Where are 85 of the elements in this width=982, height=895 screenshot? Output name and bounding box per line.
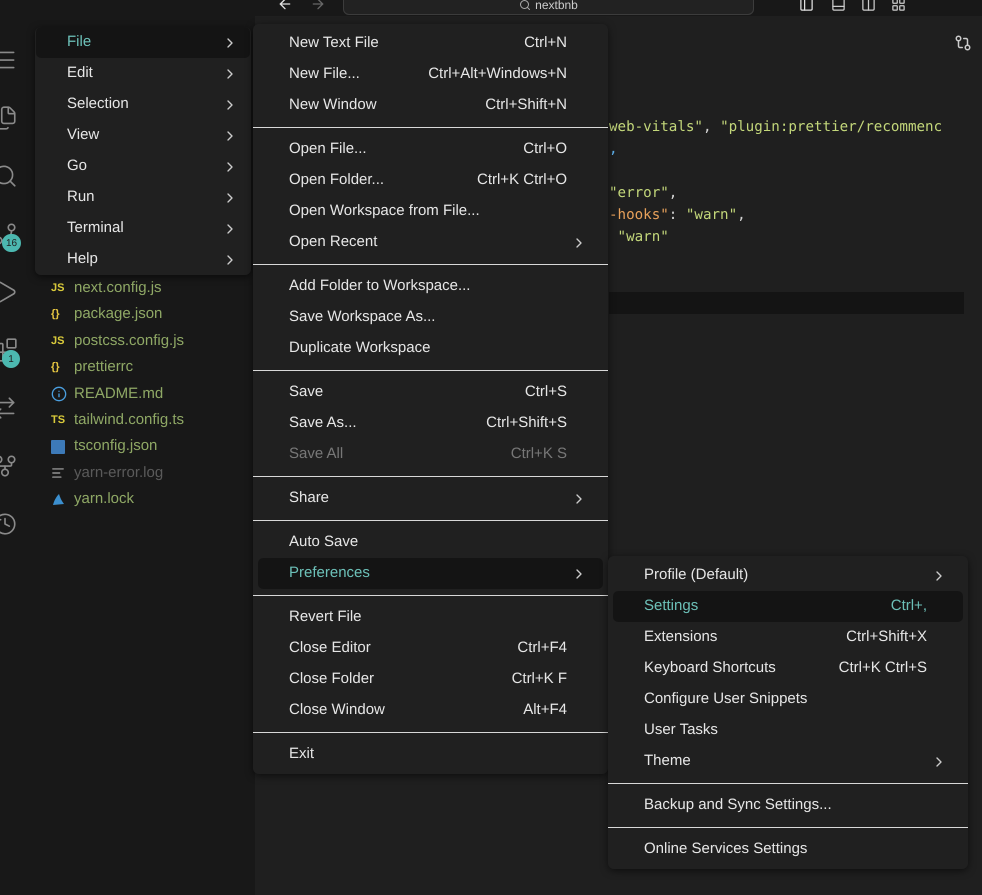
menu-item[interactable]: New Text File Ctrl+N xyxy=(258,28,603,59)
shortcut-label: Ctrl+Shift+N xyxy=(485,95,567,116)
menu-item[interactable]: Run xyxy=(36,182,250,213)
file-row[interactable]: TS tailwind.config.ts xyxy=(35,406,255,434)
shortcut-label: Ctrl+K Ctrl+S xyxy=(838,658,927,678)
columns-layout-icon[interactable] xyxy=(861,0,876,12)
menu-item[interactable]: Open Folder... Ctrl+K Ctrl+O xyxy=(258,165,603,196)
menu-item[interactable]: Configure User Snippets xyxy=(613,684,963,715)
menu-item[interactable]: Share xyxy=(258,483,603,514)
menu-item[interactable]: Save As... Ctrl+Shift+S xyxy=(258,408,603,439)
shortcut-label: Ctrl+, xyxy=(890,596,927,616)
search-field[interactable]: nextbnb xyxy=(343,0,754,15)
menu-item[interactable]: File xyxy=(36,27,250,58)
compare-icon[interactable] xyxy=(954,34,972,52)
file-row[interactable]: yarn.lock xyxy=(35,486,255,513)
menu-item[interactable]: Online Services Settings xyxy=(613,834,963,865)
lines-icon xyxy=(51,466,65,480)
file-row[interactable]: {} prettierrc xyxy=(35,354,255,381)
menu-item[interactable]: Preferences xyxy=(258,558,603,589)
file-row[interactable]: tsconfig.json xyxy=(35,433,255,460)
menu-item[interactable]: Revert File xyxy=(258,602,603,633)
shortcut-label: Alt+F4 xyxy=(523,700,567,720)
file-row[interactable]: JS postcss.config.js xyxy=(35,328,255,354)
code-line: , xyxy=(609,140,619,159)
file-type-icon: {} xyxy=(51,359,71,376)
shortcut-label: Ctrl+Shift+S xyxy=(486,413,567,434)
menu-item[interactable]: Keyboard Shortcuts Ctrl+K Ctrl+S xyxy=(613,653,963,684)
file-type-icon: JS xyxy=(51,280,71,296)
menu-item[interactable]: New Window Ctrl+Shift+N xyxy=(258,90,603,121)
file-type-icon: TS xyxy=(51,412,71,428)
file-row[interactable]: {} package.json xyxy=(35,301,255,328)
menu-item[interactable]: Selection xyxy=(36,89,250,120)
menu-item[interactable]: Open Workspace from File... xyxy=(258,196,603,227)
menu-item[interactable]: New File... Ctrl+Alt+Windows+N xyxy=(258,59,603,90)
config-file-icon xyxy=(51,440,65,454)
menu-item[interactable]: Open File... Ctrl+O xyxy=(258,134,603,165)
grid-layout-icon[interactable] xyxy=(891,0,906,12)
menu-item[interactable]: Settings Ctrl+, xyxy=(613,591,963,622)
menu-item[interactable]: Close Folder Ctrl+K F xyxy=(258,664,603,695)
shortcut-label: Ctrl+K S xyxy=(510,444,567,464)
menu-item[interactable]: Close Window Alt+F4 xyxy=(258,695,603,726)
menu-item[interactable]: Close Editor Ctrl+F4 xyxy=(258,633,603,664)
shortcut-label: Ctrl+F4 xyxy=(517,638,567,658)
file-type-icon: {} xyxy=(51,306,71,323)
count-badge: 16 xyxy=(2,234,22,252)
panel-layout-icon[interactable] xyxy=(831,0,846,12)
code-line: "warn" xyxy=(616,228,670,247)
menu-item[interactable]: Open Recent xyxy=(258,227,603,258)
menu-item[interactable]: Terminal xyxy=(36,213,250,244)
menu-item[interactable]: Edit xyxy=(36,58,250,89)
count-badge: 1 xyxy=(2,350,20,368)
shortcut-label: Ctrl+S xyxy=(524,382,567,402)
menu-item[interactable]: Theme xyxy=(613,746,963,777)
file-type-icon: JS xyxy=(51,332,71,350)
code-line: -hooks": "warn", xyxy=(609,206,747,225)
shortcut-label: Ctrl+Alt+Windows+N xyxy=(428,64,567,84)
sidebar-layout-icon[interactable] xyxy=(799,0,814,12)
menu-item[interactable]: Profile (Default) xyxy=(613,560,963,591)
menu-item[interactable]: Extensions Ctrl+Shift+X xyxy=(613,622,963,653)
menu-item[interactable]: Help xyxy=(36,244,250,275)
menu-item[interactable]: User Tasks xyxy=(613,715,963,746)
shortcut-label: Ctrl+K Ctrl+O xyxy=(476,170,567,190)
shortcut-label: Ctrl+N xyxy=(524,33,567,54)
back-icon[interactable] xyxy=(277,0,293,12)
forward-icon[interactable] xyxy=(310,0,326,12)
code-line: "error", xyxy=(609,184,678,203)
menu-item[interactable]: Auto Save xyxy=(258,527,603,558)
menu-item[interactable]: Save Workspace As... xyxy=(258,302,603,333)
menu-item[interactable]: Exit xyxy=(258,739,603,770)
yarn-icon xyxy=(51,492,65,506)
shortcut-label: Ctrl+Shift+X xyxy=(846,627,927,648)
menu-item[interactable]: View xyxy=(36,120,250,151)
search-text: nextbnb xyxy=(535,0,578,10)
menu-item[interactable]: Duplicate Workspace xyxy=(258,333,603,364)
menu-item[interactable]: Backup and Sync Settings... xyxy=(613,790,963,821)
menu-item[interactable]: Save Ctrl+S xyxy=(258,377,603,408)
shortcut-label: Ctrl+O xyxy=(523,139,567,160)
file-row[interactable]: JS next.config.js xyxy=(35,275,255,302)
shortcut-label: Ctrl+K F xyxy=(512,669,567,690)
menu-item[interactable]: Go xyxy=(36,151,250,182)
menu-item[interactable]: Add Folder to Workspace... xyxy=(258,271,603,302)
code-line: web-vitals", "plugin:prettier/recommenc xyxy=(609,118,944,137)
info-icon xyxy=(51,386,67,402)
file-row[interactable]: README.md xyxy=(35,380,255,407)
search-icon xyxy=(519,0,532,10)
